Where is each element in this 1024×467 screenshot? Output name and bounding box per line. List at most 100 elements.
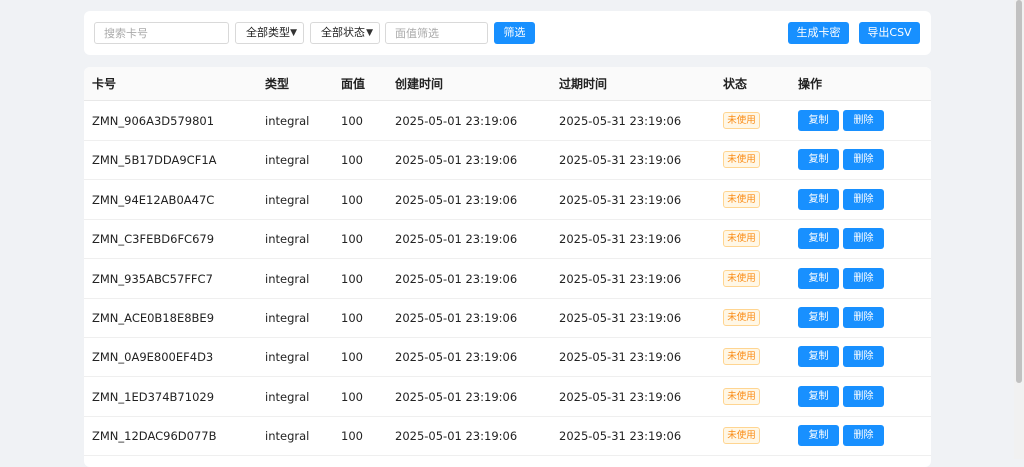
status-badge: 未使用 bbox=[723, 309, 760, 326]
cell-expire-time: 2025-05-31 23:19:06 bbox=[559, 153, 682, 168]
status-badge: 未使用 bbox=[723, 230, 760, 248]
filter-button[interactable]: 筛选 bbox=[494, 22, 535, 44]
copy-button[interactable]: 复制 bbox=[798, 228, 839, 250]
cell-expire-time: 2025-05-31 23:19:06 bbox=[559, 350, 682, 365]
copy-button[interactable]: 复制 bbox=[798, 110, 839, 131]
scrollbar-thumb[interactable] bbox=[1016, 0, 1022, 383]
table-row: ZMN_12DAC96D077B integral 100 2025-05-01 23… bbox=[84, 416, 931, 457]
status-badge: 未使用 bbox=[723, 151, 760, 169]
status-select[interactable]: 全部状态 ▼ bbox=[310, 22, 380, 44]
cell-expire-time: 2025-05-31 23:19:06 bbox=[559, 271, 682, 286]
status-badge: 未使用 bbox=[723, 112, 760, 129]
cell-created-time: 2025-05-01 23:19:06 bbox=[395, 153, 518, 168]
status-badge: 未使用 bbox=[723, 269, 760, 287]
table-row: ZMN_C3FEBD6FC679 integral 100 2025-05-01 23… bbox=[84, 219, 931, 260]
table-row: ZMN_906A3D579801 integral 100 2025-05-01 23… bbox=[84, 101, 931, 141]
filter-toolbar: 全部类型 ▼ 全部状态 ▼ 筛选 生成卡密 导出CSV bbox=[84, 11, 931, 55]
cell-created-time: 2025-05-01 23:19:06 bbox=[395, 389, 518, 404]
cell-type: integral bbox=[265, 311, 310, 325]
cell-expire-time: 2025-05-31 23:19:06 bbox=[559, 389, 682, 404]
cell-card-number: ZMN_1ED374B71029 bbox=[92, 389, 215, 404]
table-row: ZMN_935ABC57FFC7 integral 100 2025-05-01 23… bbox=[84, 259, 931, 299]
status-badge: 未使用 bbox=[723, 348, 760, 366]
cell-value: 100 bbox=[341, 429, 363, 444]
table-row: ZMN_1ED374B71029 integral 100 2025-05-01 23… bbox=[84, 377, 931, 417]
type-select-value: 全部类型 bbox=[246, 26, 290, 39]
delete-button[interactable]: 删除 bbox=[843, 385, 884, 407]
chevron-down-icon: ▼ bbox=[366, 28, 373, 38]
cell-expire-time: 2025-05-31 23:19:06 bbox=[559, 429, 682, 444]
cell-created-time: 2025-05-01 23:19:06 bbox=[395, 114, 518, 128]
copy-button[interactable]: 复制 bbox=[798, 188, 839, 210]
copy-button[interactable]: 复制 bbox=[798, 149, 839, 171]
cell-type: integral bbox=[265, 192, 310, 207]
cell-expire-time: 2025-05-31 23:19:06 bbox=[559, 311, 682, 325]
copy-button[interactable]: 复制 bbox=[798, 385, 839, 407]
delete-button[interactable]: 删除 bbox=[843, 188, 884, 210]
cell-created-time: 2025-05-01 23:19:06 bbox=[395, 350, 518, 365]
cell-type: integral bbox=[265, 153, 310, 168]
cell-created-time: 2025-05-01 23:19:06 bbox=[395, 271, 518, 286]
cell-value: 100 bbox=[341, 153, 363, 168]
header-actions: 操作 bbox=[798, 77, 823, 91]
copy-button[interactable]: 复制 bbox=[798, 346, 839, 368]
cell-card-number: ZMN_906A3D579801 bbox=[92, 114, 215, 128]
value-filter-input[interactable] bbox=[385, 22, 488, 44]
header-created-time: 创建时间 bbox=[395, 77, 444, 91]
cell-card-number: ZMN_0A9E800EF4D3 bbox=[92, 350, 214, 365]
export-csv-button[interactable]: 导出CSV bbox=[859, 22, 920, 44]
header-status: 状态 bbox=[723, 77, 748, 91]
cell-type: integral bbox=[265, 389, 310, 404]
table-row: ZMN_5B17DDA9CF1A integral 100 2025-05-01 23… bbox=[84, 140, 931, 181]
cell-card-number: ZMN_935ABC57FFC7 bbox=[92, 271, 213, 286]
header-type: 类型 bbox=[265, 77, 290, 91]
header-card-number: 卡号 bbox=[92, 77, 117, 91]
cell-type: integral bbox=[265, 429, 310, 444]
cell-expire-time: 2025-05-31 23:19:06 bbox=[559, 192, 682, 207]
delete-button[interactable]: 删除 bbox=[843, 228, 884, 250]
table-row: ZMN_0A9E800EF4D3 integral 100 2025-05-01 23… bbox=[84, 337, 931, 378]
table-header: 卡号 类型 面值 创建时间 过期时间 状态 操作 bbox=[84, 67, 931, 101]
cell-type: integral bbox=[265, 271, 310, 286]
cell-type: integral bbox=[265, 114, 310, 128]
copy-button[interactable]: 复制 bbox=[798, 267, 839, 289]
cell-created-time: 2025-05-01 23:19:06 bbox=[395, 192, 518, 207]
cell-card-number: ZMN_ACE0B18E8BE9 bbox=[92, 311, 215, 325]
delete-button[interactable]: 删除 bbox=[843, 267, 884, 289]
cell-value: 100 bbox=[341, 311, 363, 325]
cell-card-number: ZMN_94E12AB0A47C bbox=[92, 192, 215, 207]
cell-value: 100 bbox=[341, 271, 363, 286]
delete-button[interactable]: 删除 bbox=[843, 425, 884, 447]
copy-button[interactable]: 复制 bbox=[798, 425, 839, 447]
page-scrollbar[interactable] bbox=[1014, 0, 1024, 459]
delete-button[interactable]: 删除 bbox=[843, 149, 884, 171]
status-badge: 未使用 bbox=[723, 387, 760, 405]
type-select[interactable]: 全部类型 ▼ bbox=[235, 22, 304, 44]
cell-created-time: 2025-05-01 23:19:06 bbox=[395, 232, 518, 247]
status-badge: 未使用 bbox=[723, 427, 760, 445]
generate-cards-button[interactable]: 生成卡密 bbox=[788, 22, 849, 44]
cell-created-time: 2025-05-01 23:19:06 bbox=[395, 311, 518, 325]
status-badge: 未使用 bbox=[723, 190, 760, 208]
delete-button[interactable]: 删除 bbox=[843, 110, 884, 131]
delete-button[interactable]: 删除 bbox=[843, 307, 884, 328]
cards-table: 卡号 类型 面值 创建时间 过期时间 状态 操作 ZMN_906A3D57980… bbox=[84, 67, 931, 467]
cell-card-number: ZMN_5B17DDA9CF1A bbox=[92, 153, 217, 168]
status-select-value: 全部状态 bbox=[321, 26, 365, 39]
copy-button[interactable]: 复制 bbox=[798, 307, 839, 328]
table-row: ZMN_ACE0B18E8BE9 integral 100 2025-05-01 23… bbox=[84, 298, 931, 338]
cell-value: 100 bbox=[341, 192, 363, 207]
cell-expire-time: 2025-05-31 23:19:06 bbox=[559, 114, 682, 128]
search-input[interactable] bbox=[94, 22, 229, 44]
header-value: 面值 bbox=[341, 77, 366, 91]
cell-created-time: 2025-05-01 23:19:06 bbox=[395, 429, 518, 444]
cell-card-number: ZMN_12DAC96D077B bbox=[92, 429, 217, 444]
cell-expire-time: 2025-05-31 23:19:06 bbox=[559, 232, 682, 247]
cell-value: 100 bbox=[341, 350, 363, 365]
cell-type: integral bbox=[265, 350, 310, 365]
header-expire-time: 过期时间 bbox=[559, 77, 608, 91]
table-row: ZMN_94E12AB0A47C integral 100 2025-05-01 23… bbox=[84, 180, 931, 220]
cell-value: 100 bbox=[341, 389, 363, 404]
delete-button[interactable]: 删除 bbox=[843, 346, 884, 368]
cell-value: 100 bbox=[341, 114, 363, 128]
